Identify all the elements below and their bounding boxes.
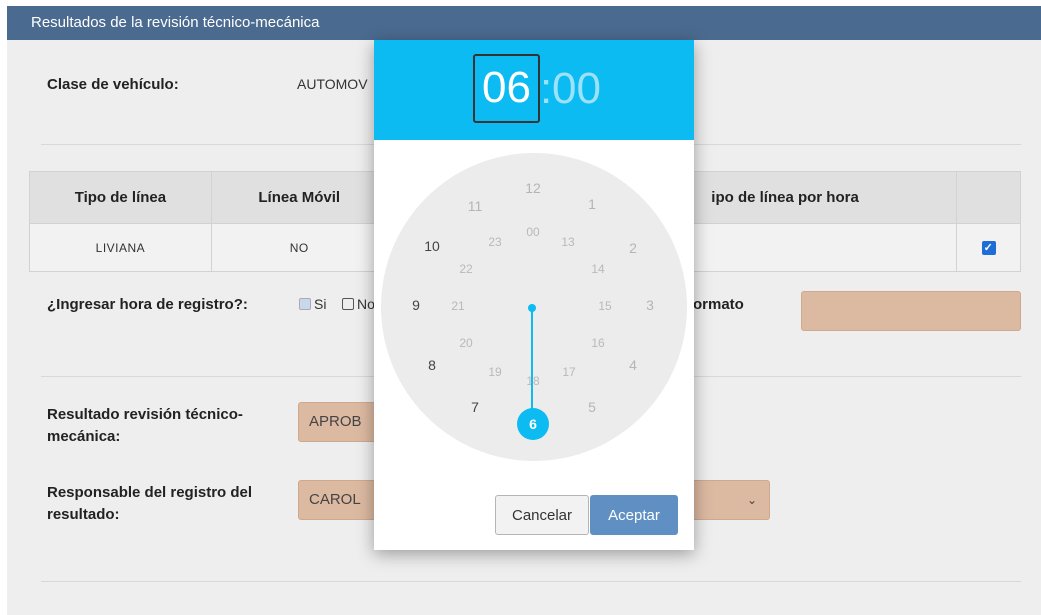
dial-number-23[interactable]: 23 [488,235,501,249]
si-checkbox[interactable] [299,298,311,310]
dial-number-15[interactable]: 15 [598,299,611,313]
section-header: Resultados de la revisión técnico-mecáni… [7,6,1041,40]
dial-number-1[interactable]: 1 [588,196,596,212]
dial-number-9[interactable]: 9 [412,297,420,313]
dial-number-16[interactable]: 16 [591,336,604,350]
clock-hand [531,307,533,417]
col-select [956,171,1021,224]
dial-number-14[interactable]: 14 [591,262,604,276]
vehicle-class-label: Clase de vehículo: [47,76,179,93]
col-tipo-linea-hora: ipo de línea por hora [676,171,958,224]
vehicle-class-value: AUTOMOV [297,76,368,92]
dial-number-10[interactable]: 10 [424,238,440,254]
si-label: Si [314,296,327,312]
cell-check[interactable]: ✓ [956,223,1021,272]
time-separator: : [540,64,553,113]
dial-number-20[interactable]: 20 [459,336,472,350]
col-linea-movil: Línea Móvil [210,171,388,224]
dial-number-11[interactable]: 11 [468,198,483,214]
dial-number-13[interactable]: 13 [561,235,574,249]
dial-number-12[interactable]: 12 [525,180,541,196]
minute-display[interactable]: 00 [552,59,601,119]
dial-number-5[interactable]: 5 [588,399,596,415]
dial-number-21[interactable]: 21 [451,299,464,313]
dial-number-00[interactable]: 00 [526,225,539,239]
divider [41,581,1021,582]
dial-number-4[interactable]: 4 [629,357,637,373]
time-picker-header: 06 : 00 [374,40,694,140]
dial-number-2[interactable]: 2 [629,240,637,256]
resultado-label: Resultado revisión técnico-mecánica: [47,406,243,445]
selected-hour[interactable]: 6 [517,408,549,440]
responsable-value: CAROL [309,491,361,508]
cancel-button[interactable]: Cancelar [495,495,589,535]
dial-number-18[interactable]: 18 [526,374,539,388]
hour-display[interactable]: 06 [473,54,540,123]
registro-si-option[interactable]: Si [299,296,326,312]
row-checkbox[interactable]: ✓ [981,241,996,255]
no-checkbox[interactable] [342,298,354,310]
formato-label: ormato [693,296,744,313]
col-tipo-linea: Tipo de línea [29,171,212,224]
registro-label: ¿Ingresar hora de registro?: [47,296,248,313]
chevron-down-icon[interactable]: ⌄ [690,480,770,520]
cell-hora [676,223,958,272]
accept-button[interactable]: Aceptar [590,495,678,535]
cell-tipo: LIVIANA [29,223,212,272]
dial-number-3[interactable]: 3 [646,297,654,313]
dial-number-19[interactable]: 19 [488,365,501,379]
formato-input[interactable] [801,291,1021,331]
cell-movil: NO [210,223,388,272]
responsable-label: Responsable del registro del resultado: [47,484,253,523]
registro-no-option[interactable]: No [342,296,375,312]
dial-number-17[interactable]: 17 [562,365,575,379]
dial-number-22[interactable]: 22 [459,262,472,276]
no-label: No [357,296,375,312]
resultado-value: APROB [309,413,362,430]
dial-number-8[interactable]: 8 [428,357,436,373]
clock-center-dot [528,304,536,312]
dial-number-7[interactable]: 7 [471,399,479,415]
